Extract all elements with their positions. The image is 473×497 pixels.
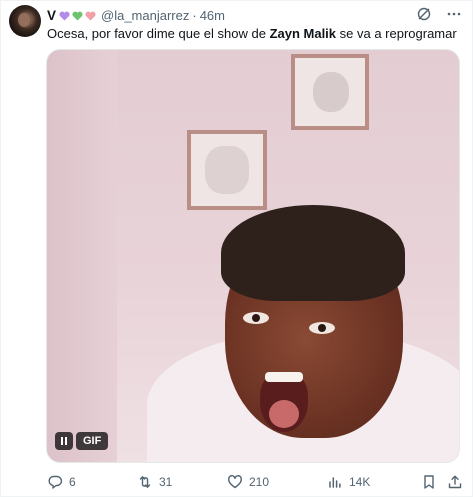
- pause-icon: [61, 437, 67, 445]
- media-eye: [309, 322, 335, 334]
- timestamp[interactable]: 46m: [200, 8, 225, 23]
- bookmark-button[interactable]: [421, 474, 437, 490]
- share-icon: [448, 475, 462, 489]
- user-handle[interactable]: @la_manjarrez: [101, 8, 189, 23]
- green-heart-icon: [72, 11, 83, 21]
- more-options-icon[interactable]: [446, 6, 462, 22]
- gif-controls: GIF: [55, 432, 109, 450]
- views-button[interactable]: 14K: [327, 474, 370, 490]
- grok-icon[interactable]: [416, 6, 432, 22]
- picture-frame: [187, 130, 267, 210]
- purple-heart-icon: [59, 11, 70, 21]
- tweet-text-part: Ocesa, por favor dime que el show de: [47, 26, 270, 41]
- header-icons: [416, 6, 462, 22]
- tweet-header: V @la_manjarrez · 46m: [47, 6, 460, 24]
- gif-media[interactable]: GIF: [46, 49, 460, 463]
- retweet-icon: [139, 476, 151, 488]
- reply-count: 6: [69, 475, 76, 489]
- like-button[interactable]: 210: [227, 474, 269, 490]
- like-count: 210: [249, 475, 270, 489]
- reply-button[interactable]: 6: [47, 474, 76, 490]
- tweet-text-part: se va a reprogramar: [336, 26, 457, 41]
- retweet-button[interactable]: 31: [137, 474, 172, 490]
- heart-icon: [228, 475, 242, 489]
- pause-button[interactable]: [55, 432, 73, 450]
- pink-heart-icon: [85, 11, 96, 21]
- tweet-card[interactable]: V @la_manjarrez · 46m Ocesa, por favor d…: [0, 0, 473, 497]
- avatar[interactable]: [9, 5, 41, 37]
- share-button[interactable]: [447, 474, 463, 490]
- media-wall: [47, 50, 117, 462]
- media-tongue: [269, 400, 299, 428]
- views-count: 14K: [349, 475, 371, 489]
- picture-frame: [291, 54, 369, 130]
- retweet-count: 31: [159, 475, 173, 489]
- gif-label: GIF: [76, 432, 109, 450]
- display-name[interactable]: V: [47, 8, 56, 23]
- views-chart-icon: [329, 477, 341, 488]
- tweet-text: Ocesa, por favor dime que el show de Zay…: [47, 25, 460, 42]
- action-bar: 6 31 210 14K: [47, 473, 463, 491]
- media-hair: [221, 205, 405, 301]
- media-teeth: [265, 372, 303, 382]
- bookmark-icon: [424, 475, 434, 489]
- reply-icon: [48, 475, 63, 489]
- media-eye: [243, 312, 269, 324]
- tweet-text-bold: Zayn Malik: [269, 26, 337, 41]
- separator-dot: ·: [192, 7, 197, 23]
